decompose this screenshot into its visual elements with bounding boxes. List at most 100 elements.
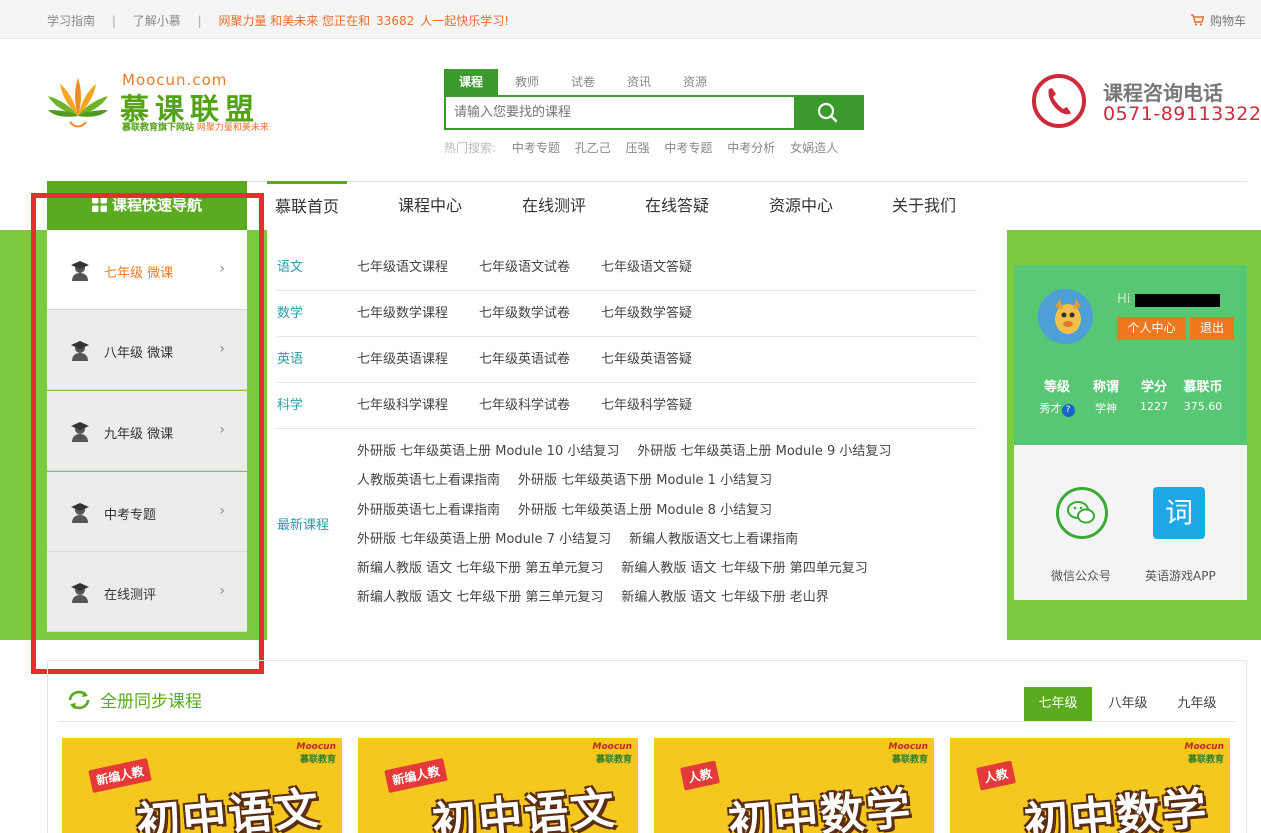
subject-link[interactable]: 七年级英语试卷 bbox=[479, 337, 570, 383]
section-divider bbox=[58, 721, 1236, 722]
course-card[interactable]: Moocun 慕联教育 新编人教 初中语文 bbox=[358, 738, 638, 833]
course-card[interactable]: Moocun 慕联教育 新编人教 初中语文 bbox=[62, 738, 342, 833]
subject-name[interactable]: 语文 bbox=[277, 245, 303, 291]
latest-course-link[interactable]: 人教版英语七上看课指南 bbox=[357, 473, 500, 488]
subject-link[interactable]: 七年级数学答疑 bbox=[601, 291, 692, 337]
subject-link[interactable]: 七年级语文课程 bbox=[357, 245, 448, 291]
nav-online-qa[interactable]: 在线答疑 bbox=[645, 181, 709, 230]
wechat-label: 微信公众号 bbox=[1051, 569, 1112, 583]
search-button[interactable] bbox=[794, 97, 862, 128]
hot-keyword[interactable]: 女娲造人 bbox=[790, 141, 838, 155]
subject-name[interactable]: 科学 bbox=[277, 383, 303, 429]
latest-course-link[interactable]: 外研版 七年级英语上册 Module 10 小结复习 bbox=[357, 444, 619, 459]
subject-link[interactable]: 七年级语文试卷 bbox=[479, 245, 570, 291]
latest-row: 外研版 七年级英语上册 Module 10 小结复习 外研版 七年级英语上册 Mo… bbox=[357, 442, 909, 471]
english-game-app-icon[interactable]: 词 bbox=[1153, 487, 1205, 539]
highlight-box bbox=[31, 193, 264, 674]
avatar[interactable] bbox=[1038, 289, 1093, 344]
nav-home[interactable]: 慕联首页 bbox=[267, 181, 347, 230]
stat-coins: 慕联币 375.60 bbox=[1178, 376, 1228, 413]
hot-keyword[interactable]: 中考分析 bbox=[727, 141, 775, 155]
hot-keyword[interactable]: 中考专题 bbox=[512, 141, 560, 155]
cart-link[interactable]: 购物车 bbox=[1191, 12, 1246, 29]
grade-tab-7[interactable]: 七年级 bbox=[1024, 687, 1092, 721]
stat-key: 等级 bbox=[1043, 380, 1070, 395]
nav-resource-center[interactable]: 资源中心 bbox=[769, 181, 833, 230]
latest-courses-label: 最新课程 bbox=[277, 518, 330, 533]
site-logo[interactable]: Moocun.com 慕课联盟 慕联教育旗下网站 网聚力量和美未来 bbox=[46, 70, 296, 134]
brand-logo: Moocun 慕联教育 bbox=[856, 742, 928, 765]
latest-row: 人教版英语七上看课指南 外研版 七年级英语下册 Module 1 小结复习 bbox=[357, 471, 790, 500]
stat-value: 1227 bbox=[1140, 400, 1168, 413]
latest-course-link[interactable]: 新编人教版 语文 七年级下册 第四单元复习 bbox=[621, 561, 867, 576]
latest-row: 新编人教版 语文 七年级下册 第三单元复习 新编人教版 语文 七年级下册 老山界 bbox=[357, 588, 847, 617]
search-box bbox=[444, 95, 864, 130]
promo-text: 网聚力量 和美未来 您正在和 33682 人一起快乐学习! bbox=[218, 14, 509, 28]
stat-value: 375.60 bbox=[1183, 400, 1223, 413]
search-tab-course[interactable]: 课程 bbox=[444, 69, 498, 95]
phone-icon bbox=[1032, 74, 1086, 128]
subject-link[interactable]: 七年级语文答疑 bbox=[601, 245, 692, 291]
latest-course-link[interactable]: 新编人教版 语文 七年级下册 第三单元复习 bbox=[357, 590, 603, 605]
grade-tabs: 七年级 八年级 九年级 bbox=[1024, 687, 1236, 721]
wechat-icon[interactable] bbox=[1056, 487, 1108, 539]
nav-course-center[interactable]: 课程中心 bbox=[398, 181, 462, 230]
subject-row-english: 英语 七年级英语课程 七年级英语试卷 七年级英语答疑 bbox=[277, 337, 977, 383]
subject-name[interactable]: 英语 bbox=[277, 337, 303, 383]
promo-prefix: 网聚力量 和美未来 您正在和 bbox=[218, 14, 371, 28]
hot-keyword[interactable]: 中考专题 bbox=[664, 141, 712, 155]
grade-tab-9[interactable]: 九年级 bbox=[1163, 687, 1231, 721]
link-study-guide[interactable]: 学习指南 bbox=[47, 14, 95, 28]
search-input[interactable] bbox=[446, 97, 794, 128]
card-title: 初中语文 bbox=[134, 783, 323, 833]
link-about-xiaomu[interactable]: 了解小慕 bbox=[133, 14, 181, 28]
subject-name[interactable]: 数学 bbox=[277, 291, 303, 337]
logo-slogan: 慕联教育旗下网站 网聚力量和美未来 bbox=[122, 120, 269, 133]
brand-en: Moocun bbox=[888, 742, 928, 752]
course-panel: 语文 七年级语文课程 七年级语文试卷 七年级语文答疑 数学 七年级数学课程 七年… bbox=[267, 230, 1007, 640]
slogan-b: 网聚力量和美未来 bbox=[196, 123, 269, 133]
sync-courses-section: 全册同步课程 七年级 八年级 九年级 Moocun 慕联教育 新编人教 初中语文 … bbox=[47, 660, 1247, 833]
personal-center-button[interactable]: 个人中心 bbox=[1117, 317, 1186, 340]
nav-about-us[interactable]: 关于我们 bbox=[892, 181, 956, 230]
latest-course-link[interactable]: 新编人教版 语文 七年级下册 第五单元复习 bbox=[357, 561, 603, 576]
phone-number: 0571-89113322 bbox=[1103, 103, 1261, 125]
grade-tab-8[interactable]: 八年级 bbox=[1094, 687, 1162, 721]
brand-logo: Moocun 慕联教育 bbox=[560, 742, 632, 765]
refresh-icon bbox=[68, 690, 90, 710]
subject-link[interactable]: 七年级科学课程 bbox=[357, 383, 448, 429]
user-panel-bottom: 词 微信公众号 英语游戏APP bbox=[1014, 445, 1247, 600]
search-tab-teacher[interactable]: 教师 bbox=[506, 69, 548, 95]
search-tab-resource[interactable]: 资源 bbox=[674, 69, 716, 95]
subject-link[interactable]: 七年级科学试卷 bbox=[479, 383, 570, 429]
course-card[interactable]: Moocun 慕联教育 人教 初中数学 bbox=[654, 738, 934, 833]
latest-course-link[interactable]: 新编人教版语文七上看课指南 bbox=[629, 532, 798, 547]
latest-course-link[interactable]: 外研版 七年级英语下册 Module 1 小结复习 bbox=[518, 473, 772, 488]
hot-keyword[interactable]: 孔乙己 bbox=[575, 141, 611, 155]
subject-row-science: 科学 七年级科学课程 七年级科学试卷 七年级科学答疑 bbox=[277, 383, 977, 429]
search-icon bbox=[817, 102, 838, 123]
brand-en: Moocun bbox=[592, 742, 632, 752]
search-tab-paper[interactable]: 试卷 bbox=[562, 69, 604, 95]
section-title-text: 全册同步课程 bbox=[100, 692, 202, 712]
greeting: Hi bbox=[1117, 292, 1131, 307]
subject-link[interactable]: 七年级英语答疑 bbox=[601, 337, 692, 383]
subject-link[interactable]: 七年级科学答疑 bbox=[601, 383, 692, 429]
stat-value: 秀才? bbox=[1032, 400, 1082, 417]
subject-link[interactable]: 七年级数学课程 bbox=[357, 291, 448, 337]
search-tab-news[interactable]: 资讯 bbox=[618, 69, 660, 95]
course-card[interactable]: Moocun 慕联教育 人教 初中数学 bbox=[950, 738, 1230, 833]
latest-course-link[interactable]: 外研版英语七上看课指南 bbox=[357, 503, 500, 518]
subject-row-chinese: 语文 七年级语文课程 七年级语文试卷 七年级语文答疑 bbox=[277, 245, 977, 291]
subject-link[interactable]: 七年级英语课程 bbox=[357, 337, 448, 383]
latest-course-link[interactable]: 新编人教版 语文 七年级下册 老山界 bbox=[621, 590, 828, 605]
latest-course-link[interactable]: 外研版 七年级英语上册 Module 8 小结复习 bbox=[518, 503, 772, 518]
help-icon[interactable]: ? bbox=[1061, 404, 1075, 417]
subject-link[interactable]: 七年级数学试卷 bbox=[479, 291, 570, 337]
nav-online-test[interactable]: 在线测评 bbox=[522, 181, 586, 230]
latest-course-link[interactable]: 外研版 七年级英语上册 Module 9 小结复习 bbox=[637, 444, 891, 459]
latest-row: 新编人教版 语文 七年级下册 第五单元复习 新编人教版 语文 七年级下册 第四单元… bbox=[357, 559, 886, 588]
latest-course-link[interactable]: 外研版 七年级英语上册 Module 7 小结复习 bbox=[357, 532, 611, 547]
hot-keyword[interactable]: 压强 bbox=[626, 141, 650, 155]
logout-button[interactable]: 退出 bbox=[1190, 317, 1234, 340]
